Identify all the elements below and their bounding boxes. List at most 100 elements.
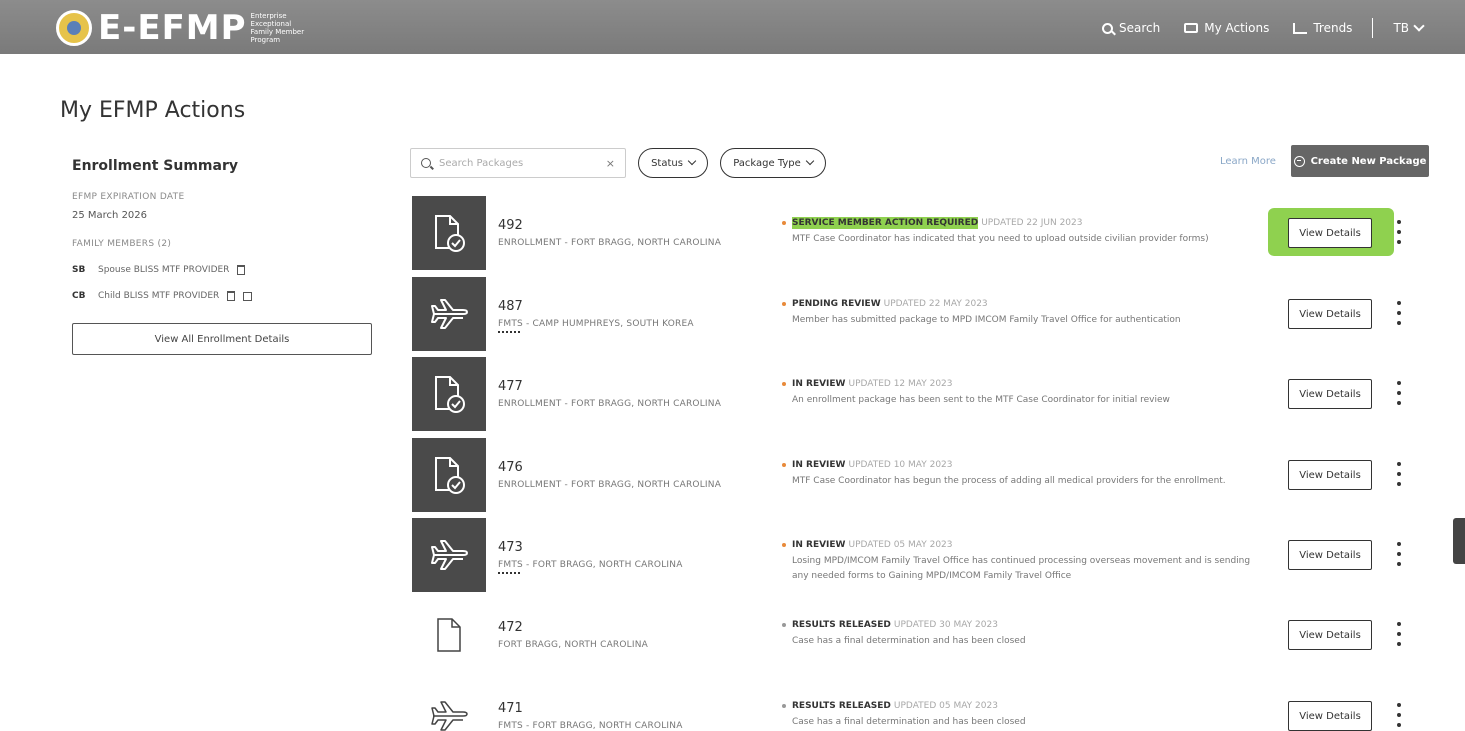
more-options-icon[interactable] [1396,622,1402,646]
user-menu[interactable]: TB [1381,20,1435,35]
family-members-label: FAMILY MEMBERS (2) [72,239,172,249]
search-packages[interactable]: × [410,148,626,178]
view-details-button[interactable]: View Details [1288,460,1372,490]
search-icon [421,158,431,168]
package-row: 477 ENROLLMENT - FORT BRAGG, NORTH CAROL… [410,357,1440,433]
status-filter-label: Status [651,157,683,169]
chart-icon [1293,22,1308,34]
status-dot [782,542,786,547]
feedback-side-tab[interactable] [1453,518,1465,564]
nav-trends-label: Trends [1313,21,1353,35]
package-status: PENDING REVIEW UPDATED 22 MAY 2023 [782,299,988,309]
status-updated: UPDATED 05 MAY 2023 [848,540,953,550]
nav-search-label: Search [1119,21,1161,35]
package-id: 477 [498,379,523,394]
nav-my-actions[interactable]: My Actions [1172,21,1281,35]
package-type-filter[interactable]: Package Type [720,148,826,178]
dotted-underline [498,572,520,574]
enrollment-summary-title: Enrollment Summary [72,158,238,174]
package-id: 476 [498,460,523,475]
package-description: An enrollment package has been sent to t… [792,395,1170,405]
status-updated: UPDATED 30 MAY 2023 [893,620,998,630]
package-status: RESULTS RELEASED UPDATED 05 MAY 2023 [782,701,998,711]
package-status: IN REVIEW UPDATED 05 MAY 2023 [782,540,953,550]
package-description: Losing MPD/IMCOM Family Travel Office ha… [792,556,1251,581]
status-label: IN REVIEW [792,540,846,550]
package-row: 487 FMTS - CAMP HUMPHREYS, SOUTH KOREA P… [410,277,1440,353]
package-status: IN REVIEW UPDATED 12 MAY 2023 [782,379,953,389]
package-status: SERVICE MEMBER ACTION REQUIRED UPDATED 22… [782,217,1082,229]
status-dot [782,703,786,708]
package-location: ENROLLMENT - FORT BRAGG, NORTH CAROLINA [498,399,722,409]
package-location: FORT BRAGG, NORTH CAROLINA [498,640,649,650]
package-status: IN REVIEW UPDATED 10 MAY 2023 [782,460,953,470]
create-new-package-label: Create New Package [1310,155,1427,167]
view-details-button[interactable]: View Details [1288,299,1372,329]
clear-search-icon[interactable]: × [606,157,615,170]
document-check-icon [412,438,486,512]
nav-trends[interactable]: Trends [1281,21,1364,35]
package-location: FMTS - FORT BRAGG, NORTH CAROLINA [498,721,683,731]
edit-icon[interactable] [243,291,253,301]
member-name: Spouse BLISS MTF PROVIDER [98,265,230,275]
package-row: 492 ENROLLMENT - FORT BRAGG, NORTH CAROL… [410,196,1440,272]
more-options-icon[interactable] [1396,542,1402,566]
expiration-value: 25 March 2026 [72,210,148,221]
view-details-button[interactable]: View Details [1288,701,1372,731]
package-row: 476 ENROLLMENT - FORT BRAGG, NORTH CAROL… [410,438,1440,514]
chevron-down-icon [687,156,697,166]
delete-icon[interactable] [227,291,236,301]
view-all-enrollment-details-button[interactable]: View All Enrollment Details [72,323,372,355]
more-options-icon[interactable] [1396,381,1402,405]
package-description: MTF Case Coordinator has indicated that … [792,234,1209,244]
status-label: RESULTS RELEASED [792,620,891,630]
enrollment-summary: Enrollment Summary EFMP EXPIRATION DATE … [72,158,372,355]
status-updated: UPDATED 05 MAY 2023 [893,701,998,711]
status-label: IN REVIEW [792,460,846,470]
status-filter[interactable]: Status [638,148,708,178]
status-dot [782,462,786,467]
search-input[interactable] [439,157,598,169]
efmp-logo[interactable]: E-EFMP Enterprise Exceptional Family Mem… [56,8,307,48]
create-new-package-button[interactable]: Create New Package [1291,145,1429,177]
package-id: 492 [498,218,523,233]
nav-search[interactable]: Search [1090,21,1172,35]
status-label: RESULTS RELEASED [792,701,891,711]
status-dot [782,301,786,306]
more-options-icon[interactable] [1396,703,1402,727]
airplane-icon [412,518,486,592]
package-id: 473 [498,540,523,555]
status-dot [782,622,786,627]
package-location: ENROLLMENT - FORT BRAGG, NORTH CAROLINA [498,238,722,248]
expiration-label: EFMP EXPIRATION DATE [72,192,185,202]
airplane-icon [412,679,486,731]
more-options-icon[interactable] [1396,301,1402,325]
package-row: 473 FMTS - FORT BRAGG, NORTH CAROLINA IN… [410,518,1440,594]
airplane-icon [412,277,486,351]
more-options-icon[interactable] [1396,462,1402,486]
top-navigation-bar: E-EFMP Enterprise Exceptional Family Mem… [0,0,1465,54]
chevron-down-icon [805,156,815,166]
search-icon [1102,22,1113,34]
status-updated: UPDATED 22 MAY 2023 [883,299,988,309]
package-location: ENROLLMENT - FORT BRAGG, NORTH CAROLINA [498,480,722,490]
view-details-button[interactable]: View Details [1288,620,1372,650]
view-details-button[interactable]: View Details [1288,540,1372,570]
view-details-button[interactable]: View Details [1288,379,1372,409]
family-member-spouse: SB Spouse BLISS MTF PROVIDER [72,265,372,275]
delete-icon[interactable] [237,265,246,275]
view-details-button[interactable]: View Details [1288,218,1372,248]
package-row: 471 FMTS - FORT BRAGG, NORTH CAROLINA RE… [410,679,1440,731]
status-updated: UPDATED 10 MAY 2023 [848,460,953,470]
package-id: 472 [498,620,523,635]
status-dot [782,220,786,225]
more-options-icon[interactable] [1396,220,1402,244]
top-nav: Search My Actions Trends TB [1090,18,1435,38]
member-initials: CB [72,291,86,301]
package-type-filter-label: Package Type [733,157,801,169]
logo-text: E-EFMP [98,8,247,48]
chevron-down-icon [1413,20,1425,32]
package-row: 472 FORT BRAGG, NORTH CAROLINA RESULTS R… [410,598,1440,674]
package-description: Case has a final determination and has b… [792,717,1026,727]
learn-more-link[interactable]: Learn More [1220,156,1276,167]
